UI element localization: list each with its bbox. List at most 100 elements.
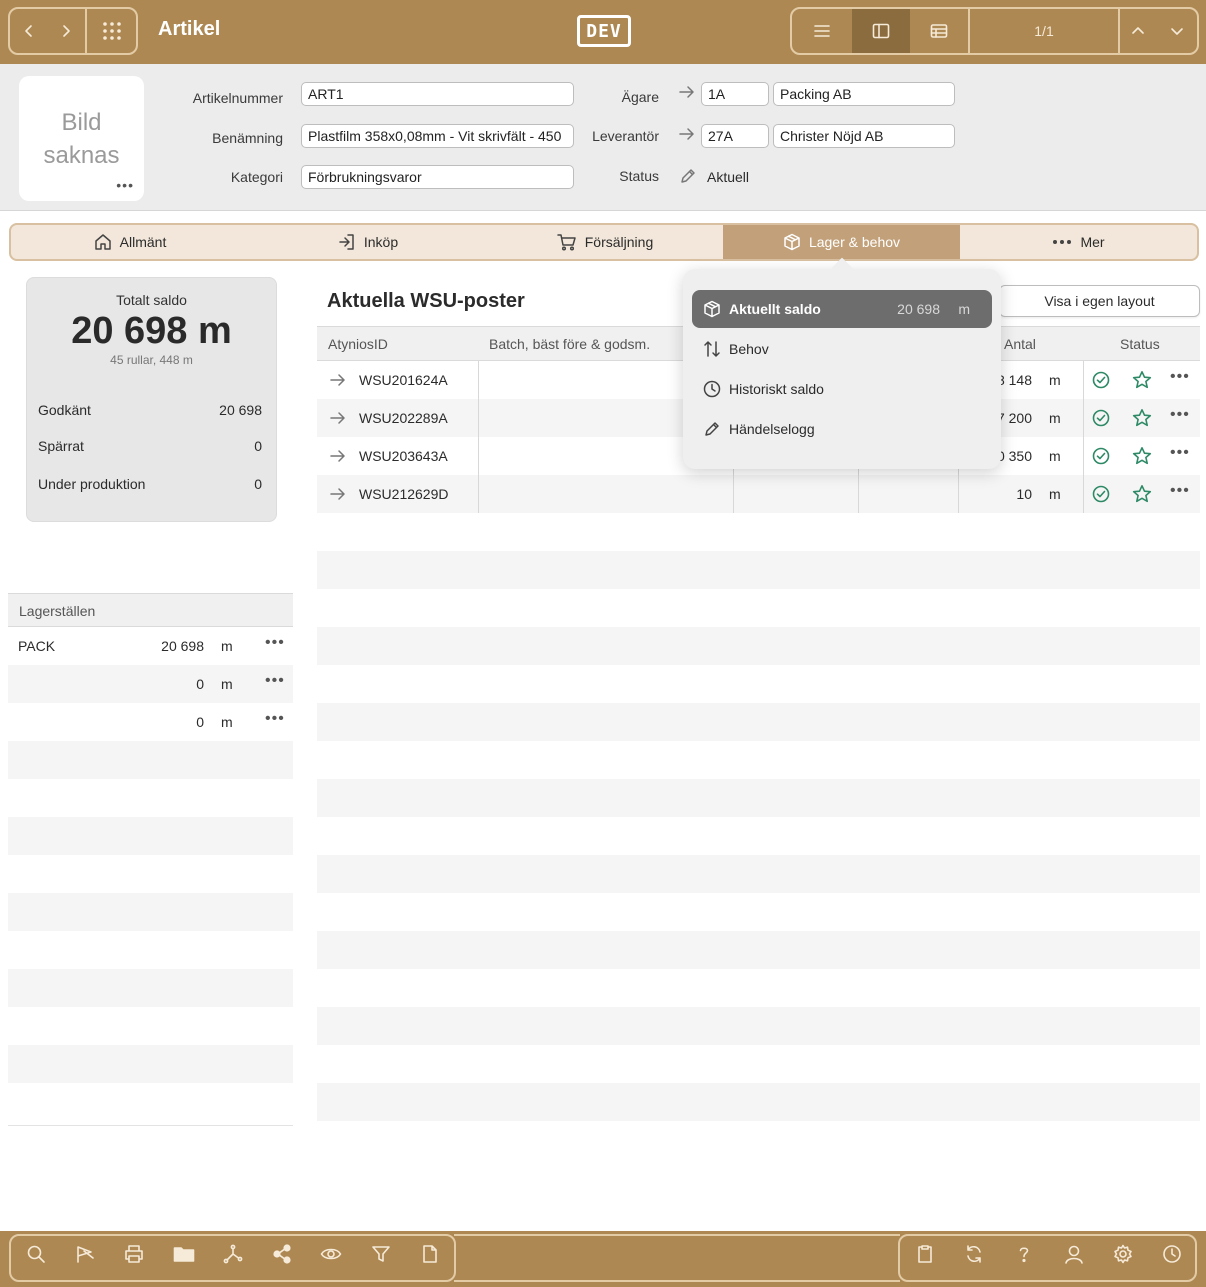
location-row[interactable]: PACK 20 698 m ••• xyxy=(8,627,293,665)
wsu-antal: 10 xyxy=(1016,486,1032,502)
column-header-atyniosid[interactable]: AtyniosID xyxy=(328,326,388,361)
menu-item-behov[interactable]: Behov xyxy=(692,330,992,368)
back-button[interactable] xyxy=(10,9,47,53)
settings-icon[interactable] xyxy=(1111,1242,1135,1266)
list-view-button[interactable] xyxy=(792,9,852,53)
app-window: Artikel DEV 1/1 Bild saknas ••• Artikeln… xyxy=(0,0,1206,1287)
agare-link-arrow[interactable] xyxy=(678,84,696,105)
location-more-button[interactable]: ••• xyxy=(265,710,285,728)
wsu-unit: m xyxy=(1049,372,1061,388)
balance-row-godkant: Godkänt 20 698 xyxy=(38,402,262,418)
star-icon[interactable] xyxy=(1132,408,1152,431)
toolbar-middle-group xyxy=(454,1234,900,1282)
pager-text: 1/1 xyxy=(1034,23,1054,39)
column-divider xyxy=(1083,361,1084,513)
cart-icon xyxy=(557,234,576,251)
tab-mer[interactable]: Mer xyxy=(960,225,1197,259)
star-icon[interactable] xyxy=(1132,446,1152,469)
toolbar-right-group xyxy=(898,1234,1197,1282)
agare-name-field[interactable]: Packing AB xyxy=(773,82,955,106)
menu-item-historiskt-saldo[interactable]: Historiskt saldo xyxy=(692,370,992,408)
search-icon[interactable] xyxy=(24,1242,48,1266)
forward-button[interactable] xyxy=(47,9,85,53)
location-row[interactable]: 0 m ••• xyxy=(8,665,293,703)
user-icon[interactable] xyxy=(1062,1242,1086,1266)
arrow-right-icon xyxy=(330,450,345,462)
lager-behov-menu: Aktuellt saldo 20 698 m Behov Historiskt… xyxy=(683,257,1001,469)
row-more-button[interactable]: ••• xyxy=(1170,406,1190,424)
open-record-arrow[interactable] xyxy=(329,410,347,429)
printer-icon[interactable] xyxy=(122,1242,146,1266)
wsu-section-title: Aktuella WSU-poster xyxy=(327,290,525,312)
status-ok-icon xyxy=(1092,371,1110,392)
pencil-icon xyxy=(681,169,695,183)
star-icon[interactable] xyxy=(1132,484,1152,507)
previous-record-button[interactable] xyxy=(1118,9,1156,53)
open-record-arrow[interactable] xyxy=(329,372,347,391)
flag-icon[interactable] xyxy=(73,1242,97,1266)
tab-lager-behov[interactable]: Lager & behov xyxy=(723,225,960,259)
location-row[interactable]: 0 m ••• xyxy=(8,703,293,741)
empty-row xyxy=(8,893,293,931)
next-record-button[interactable] xyxy=(1156,9,1197,53)
table-view-button[interactable] xyxy=(910,9,968,53)
location-more-button[interactable]: ••• xyxy=(265,634,285,652)
split-view-button[interactable] xyxy=(852,9,910,53)
page-title: Artikel xyxy=(158,18,221,40)
apps-menu-button[interactable] xyxy=(85,9,136,53)
empty-row xyxy=(317,855,1200,893)
tab-inkop[interactable]: Inköp xyxy=(249,225,487,259)
routing-icon[interactable] xyxy=(221,1242,245,1266)
column-header-batch[interactable]: Batch, bäst före & godsm. xyxy=(489,326,650,361)
leverantor-link-arrow[interactable] xyxy=(678,126,696,147)
artikelnummer-field[interactable]: ART1 xyxy=(301,82,574,106)
location-more-button[interactable]: ••• xyxy=(265,672,285,690)
document-icon[interactable] xyxy=(418,1242,442,1266)
leverantor-code-field[interactable]: 27A xyxy=(701,124,769,148)
clock-icon xyxy=(703,380,721,398)
menu-item-handelselogg[interactable]: Händelselogg xyxy=(692,410,992,448)
star-icon[interactable] xyxy=(1132,370,1152,393)
filter-icon[interactable] xyxy=(369,1242,393,1266)
clipboard-icon[interactable] xyxy=(913,1242,937,1266)
wsu-unit: m xyxy=(1049,410,1061,426)
article-image-placeholder[interactable]: Bild saknas ••• xyxy=(19,76,144,201)
tab-forsaljning[interactable]: Försäljning xyxy=(487,225,723,259)
menu-item-aktuellt-saldo[interactable]: Aktuellt saldo 20 698 m xyxy=(692,290,992,328)
help-icon[interactable] xyxy=(1012,1242,1036,1266)
agare-label: Ägare xyxy=(621,89,659,105)
table-row[interactable]: WSU212629D 10 m ••• xyxy=(317,475,1200,513)
refresh-icon[interactable] xyxy=(962,1242,986,1266)
history-icon[interactable] xyxy=(1160,1242,1184,1266)
kategori-label: Kategori xyxy=(230,169,283,185)
folder-icon[interactable] xyxy=(172,1242,196,1266)
row-more-button[interactable]: ••• xyxy=(1170,482,1190,500)
benamning-field[interactable]: Plastfilm 358x0,08mm - Vit skrivfält - 4… xyxy=(301,124,574,148)
menu-notch xyxy=(830,257,854,281)
total-balance-caption: Totalt saldo xyxy=(116,292,187,308)
column-header-antal[interactable]: Antal xyxy=(1004,326,1036,361)
eye-icon[interactable] xyxy=(319,1242,343,1266)
article-header: Bild saknas ••• Artikelnummer ART1 Benäm… xyxy=(0,64,1206,211)
image-more-button[interactable]: ••• xyxy=(116,177,134,193)
agare-code-field[interactable]: 1A xyxy=(701,82,769,106)
open-record-arrow[interactable] xyxy=(329,448,347,467)
share-icon[interactable] xyxy=(270,1242,294,1266)
menu-item-value: 20 698 xyxy=(897,301,940,317)
leverantor-name-field[interactable]: Christer Nöjd AB xyxy=(773,124,955,148)
visa-i-egen-layout-button[interactable]: Visa i egen layout xyxy=(999,285,1200,317)
status-edit-button[interactable] xyxy=(679,167,697,190)
pencil-icon xyxy=(705,422,719,436)
location-qty: 0 xyxy=(196,714,204,730)
open-record-arrow[interactable] xyxy=(329,486,347,505)
empty-row xyxy=(8,969,293,1007)
row-more-button[interactable]: ••• xyxy=(1170,368,1190,386)
column-header-status[interactable]: Status xyxy=(1120,326,1160,361)
box-icon xyxy=(784,233,800,251)
kategori-field[interactable]: Förbrukningsvaror xyxy=(301,165,574,189)
row-more-button[interactable]: ••• xyxy=(1170,444,1190,462)
status-label: Status xyxy=(619,168,659,184)
tab-mer-label: Mer xyxy=(1080,234,1105,250)
tab-allmant[interactable]: Allmänt xyxy=(11,225,249,259)
view-controls: 1/1 xyxy=(790,7,1199,55)
